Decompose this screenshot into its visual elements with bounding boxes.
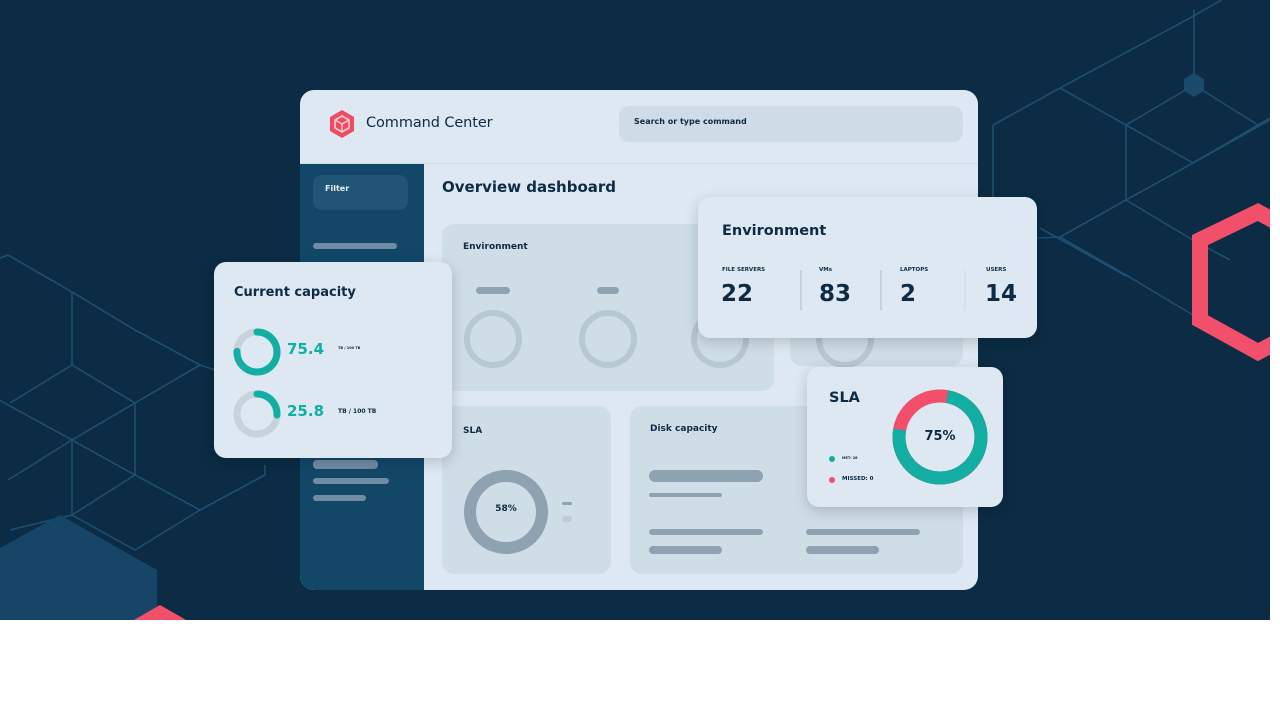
stat-label: VMs <box>819 267 833 273</box>
search-placeholder: Search or type command <box>634 117 747 126</box>
divider <box>964 270 966 310</box>
sidebar-item-placeholder[interactable] <box>313 478 389 484</box>
capacity-unit: TB / 100 TB <box>338 346 361 350</box>
small-hexagon-icon <box>1184 73 1204 97</box>
bar-placeholder <box>649 493 722 497</box>
bar-placeholder <box>806 529 920 535</box>
label-placeholder <box>597 287 619 294</box>
filled-hexagon-decoration <box>0 515 157 620</box>
sla-card: SLA 75% MET: 28 MISSED: 0 <box>807 367 1003 507</box>
stat-value: 22 <box>721 281 754 307</box>
capacity-value: 75.4 <box>287 340 325 358</box>
filter-label: Filter <box>325 184 350 193</box>
capacity-ring <box>233 328 281 376</box>
capacity-value: 25.8 <box>287 402 325 420</box>
ring-placeholder <box>464 310 522 368</box>
legend-met: MET: 28 <box>842 456 858 460</box>
divider <box>880 270 882 310</box>
sla-card-value: 75% <box>924 429 956 444</box>
environment-card: Environment FILE SERVERS 22 VMs 83 LAPTO… <box>698 197 1037 338</box>
bar-placeholder <box>649 529 763 535</box>
capacity-card-title: Current capacity <box>234 285 356 300</box>
bar-placeholder <box>649 546 722 554</box>
legend-dot-met <box>829 456 835 462</box>
legend-placeholder <box>562 516 572 522</box>
divider <box>800 270 802 310</box>
search-input[interactable]: Search or type command <box>619 106 963 142</box>
stat-value: 14 <box>985 281 1018 307</box>
sidebar-item-placeholder[interactable] <box>313 460 378 469</box>
legend-placeholder <box>562 502 572 505</box>
stat-value: 83 <box>819 281 852 307</box>
ring-placeholder <box>579 310 637 368</box>
bar-placeholder <box>806 546 879 554</box>
top-bar: Command Center Search or type command <box>300 90 978 164</box>
stat-label: LAPTOPS <box>900 267 929 273</box>
label-placeholder <box>476 287 510 294</box>
legend-dot-missed <box>829 477 835 483</box>
stat-value: 2 <box>900 281 917 307</box>
filter-button[interactable]: Filter <box>313 175 408 210</box>
cube-hexagon-icon <box>330 110 354 138</box>
page-title: Overview dashboard <box>442 178 617 196</box>
sidebar-item-placeholder[interactable] <box>313 243 397 249</box>
stat-label: FILE SERVERS <box>722 267 766 273</box>
current-capacity-card: Current capacity 75.4 TB / 100 TB 25.8 T… <box>214 262 452 458</box>
capacity-ring <box>233 390 281 438</box>
environment-panel-title: Environment <box>463 242 528 252</box>
bar-placeholder <box>649 470 763 482</box>
app-title: Command Center <box>366 115 493 131</box>
red-hexagon-outline <box>1192 203 1270 362</box>
sla-panel: SLA 58% <box>442 406 611 574</box>
capacity-unit: TB / 100 TB <box>338 408 377 415</box>
sla-panel-value: 58% <box>495 504 517 514</box>
legend-missed: MISSED: 0 <box>842 476 874 482</box>
sidebar-item-placeholder[interactable] <box>313 495 366 501</box>
disk-capacity-title: Disk capacity <box>650 424 718 434</box>
sla-panel-title: SLA <box>463 426 483 436</box>
sla-card-title: SLA <box>829 390 860 406</box>
stat-label: USERS <box>986 267 1007 273</box>
environment-card-title: Environment <box>722 223 827 239</box>
